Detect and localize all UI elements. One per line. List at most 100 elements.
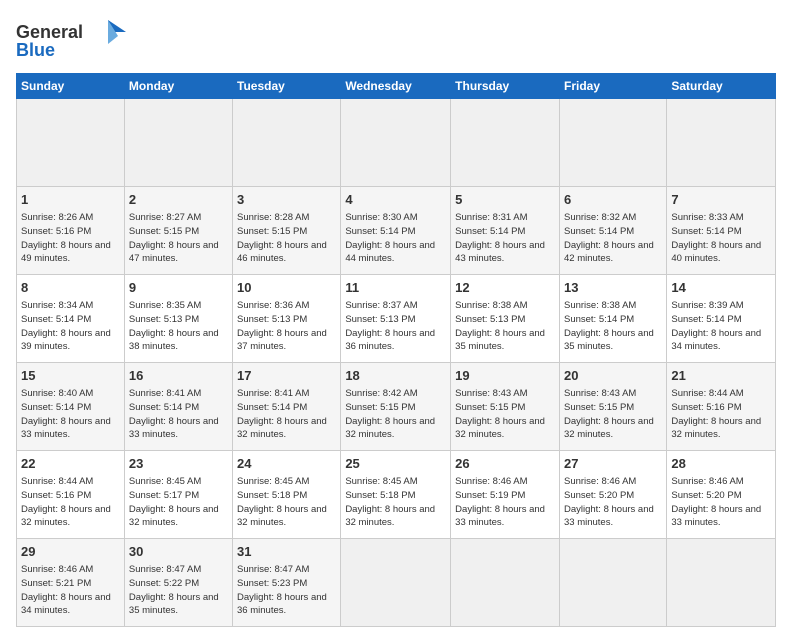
day-number: 6 xyxy=(564,191,662,209)
week-row-1: 1 Sunrise: 8:26 AMSunset: 5:16 PMDaylight… xyxy=(17,187,776,275)
day-number: 25 xyxy=(345,455,446,473)
day-number: 15 xyxy=(21,367,120,385)
calendar-cell: 12Sunrise: 8:38 AMSunset: 5:13 PMDayligh… xyxy=(451,275,560,363)
calendar-cell: 21 Sunrise: 8:44 AMSunset: 5:16 PMDayligh… xyxy=(667,363,776,451)
day-info: Sunrise: 8:41 AMSunset: 5:14 PMDaylight:… xyxy=(237,387,336,442)
calendar-cell: 26 Sunrise: 8:46 AMSunset: 5:19 PMDayligh… xyxy=(451,451,560,539)
week-row-0 xyxy=(17,99,776,187)
day-number: 2 xyxy=(129,191,228,209)
day-number: 13 xyxy=(564,279,662,297)
week-row-5: 29Sunrise: 8:46 AMSunset: 5:21 PMDayligh… xyxy=(17,539,776,627)
day-info: Sunrise: 8:35 AMSunset: 5:13 PMDaylight:… xyxy=(129,299,228,354)
day-number: 24 xyxy=(237,455,336,473)
calendar-cell xyxy=(17,99,125,187)
day-info: Sunrise: 8:46 AMSunset: 5:20 PMDaylight:… xyxy=(671,475,771,530)
day-info: Sunrise: 8:44 AMSunset: 5:16 PMDaylight:… xyxy=(21,475,120,530)
calendar-cell xyxy=(341,539,451,627)
weekday-header-tuesday: Tuesday xyxy=(233,74,341,99)
day-info: Sunrise: 8:43 AMSunset: 5:15 PMDaylight:… xyxy=(564,387,662,442)
day-info: Sunrise: 8:41 AMSunset: 5:14 PMDaylight:… xyxy=(129,387,228,442)
calendar-cell: 13 Sunrise: 8:38 AMSunset: 5:14 PMDayligh… xyxy=(559,275,666,363)
day-info: Sunrise: 8:26 AMSunset: 5:16 PMDaylight:… xyxy=(21,211,120,266)
day-number: 23 xyxy=(129,455,228,473)
day-number: 16 xyxy=(129,367,228,385)
calendar-cell: 5Sunrise: 8:31 AMSunset: 5:14 PMDaylight… xyxy=(451,187,560,275)
day-number: 30 xyxy=(129,543,228,561)
day-number: 14 xyxy=(671,279,771,297)
calendar-cell: 23 Sunrise: 8:45 AMSunset: 5:17 PMDayligh… xyxy=(124,451,232,539)
calendar-cell: 24 Sunrise: 8:45 AMSunset: 5:18 PMDayligh… xyxy=(233,451,341,539)
day-info: Sunrise: 8:27 AMSunset: 5:15 PMDaylight:… xyxy=(129,211,228,266)
weekday-header-monday: Monday xyxy=(124,74,232,99)
day-info: Sunrise: 8:46 AMSunset: 5:19 PMDaylight:… xyxy=(455,475,555,530)
calendar-cell: 3 Sunrise: 8:28 AMSunset: 5:15 PMDaylight… xyxy=(233,187,341,275)
day-number: 27 xyxy=(564,455,662,473)
week-row-2: 8 Sunrise: 8:34 AMSunset: 5:14 PMDaylight… xyxy=(17,275,776,363)
day-number: 18 xyxy=(345,367,446,385)
calendar-cell: 8 Sunrise: 8:34 AMSunset: 5:14 PMDaylight… xyxy=(17,275,125,363)
day-info: Sunrise: 8:31 AMSunset: 5:14 PMDaylight:… xyxy=(455,211,555,266)
day-number: 11 xyxy=(345,279,446,297)
day-info: Sunrise: 8:38 AMSunset: 5:14 PMDaylight:… xyxy=(564,299,662,354)
calendar-container: General Blue SundayMondayTuesdayWednesda… xyxy=(0,0,792,612)
calendar-cell: 20 Sunrise: 8:43 AMSunset: 5:15 PMDayligh… xyxy=(559,363,666,451)
calendar-cell: 25 Sunrise: 8:45 AMSunset: 5:18 PMDayligh… xyxy=(341,451,451,539)
logo-text: General Blue xyxy=(16,16,126,65)
calendar-cell: 22 Sunrise: 8:44 AMSunset: 5:16 PMDayligh… xyxy=(17,451,125,539)
day-info: Sunrise: 8:45 AMSunset: 5:18 PMDaylight:… xyxy=(237,475,336,530)
calendar-cell: 29Sunrise: 8:46 AMSunset: 5:21 PMDayligh… xyxy=(17,539,125,627)
calendar-cell xyxy=(124,99,232,187)
day-number: 1 xyxy=(21,191,120,209)
day-number: 7 xyxy=(671,191,771,209)
calendar-cell: 9Sunrise: 8:35 AMSunset: 5:13 PMDaylight… xyxy=(124,275,232,363)
day-number: 19 xyxy=(455,367,555,385)
day-number: 3 xyxy=(237,191,336,209)
day-number: 4 xyxy=(345,191,446,209)
calendar-cell xyxy=(233,99,341,187)
calendar-cell xyxy=(559,539,666,627)
calendar-cell xyxy=(667,539,776,627)
calendar-cell xyxy=(559,99,666,187)
weekday-header-friday: Friday xyxy=(559,74,666,99)
day-info: Sunrise: 8:28 AMSunset: 5:15 PMDaylight:… xyxy=(237,211,336,266)
day-info: Sunrise: 8:32 AMSunset: 5:14 PMDaylight:… xyxy=(564,211,662,266)
day-number: 8 xyxy=(21,279,120,297)
svg-text:General: General xyxy=(16,22,83,42)
day-number: 20 xyxy=(564,367,662,385)
calendar-header-row: SundayMondayTuesdayWednesdayThursdayFrid… xyxy=(17,74,776,99)
calendar-cell: 6 Sunrise: 8:32 AMSunset: 5:14 PMDaylight… xyxy=(559,187,666,275)
day-info: Sunrise: 8:36 AMSunset: 5:13 PMDaylight:… xyxy=(237,299,336,354)
calendar-cell: 15 Sunrise: 8:40 AMSunset: 5:14 PMDayligh… xyxy=(17,363,125,451)
day-number: 28 xyxy=(671,455,771,473)
calendar-cell: 28 Sunrise: 8:46 AMSunset: 5:20 PMDayligh… xyxy=(667,451,776,539)
day-number: 21 xyxy=(671,367,771,385)
day-info: Sunrise: 8:45 AMSunset: 5:17 PMDaylight:… xyxy=(129,475,228,530)
weekday-header-wednesday: Wednesday xyxy=(341,74,451,99)
day-info: Sunrise: 8:43 AMSunset: 5:15 PMDaylight:… xyxy=(455,387,555,442)
logo: General Blue xyxy=(16,16,126,65)
weekday-header-saturday: Saturday xyxy=(667,74,776,99)
svg-text:Blue: Blue xyxy=(16,40,55,60)
calendar-cell: 31Sunrise: 8:47 AMSunset: 5:23 PMDayligh… xyxy=(233,539,341,627)
calendar-cell xyxy=(341,99,451,187)
day-info: Sunrise: 8:45 AMSunset: 5:18 PMDaylight:… xyxy=(345,475,446,530)
calendar-cell: 16 Sunrise: 8:41 AMSunset: 5:14 PMDayligh… xyxy=(124,363,232,451)
day-number: 26 xyxy=(455,455,555,473)
calendar-cell: 1 Sunrise: 8:26 AMSunset: 5:16 PMDaylight… xyxy=(17,187,125,275)
calendar-cell: 14 Sunrise: 8:39 AMSunset: 5:14 PMDayligh… xyxy=(667,275,776,363)
header: General Blue xyxy=(16,16,776,65)
calendar-cell: 27 Sunrise: 8:46 AMSunset: 5:20 PMDayligh… xyxy=(559,451,666,539)
day-number: 10 xyxy=(237,279,336,297)
calendar-cell: 2 Sunrise: 8:27 AMSunset: 5:15 PMDaylight… xyxy=(124,187,232,275)
day-info: Sunrise: 8:39 AMSunset: 5:14 PMDaylight:… xyxy=(671,299,771,354)
weekday-header-thursday: Thursday xyxy=(451,74,560,99)
day-info: Sunrise: 8:34 AMSunset: 5:14 PMDaylight:… xyxy=(21,299,120,354)
day-number: 22 xyxy=(21,455,120,473)
day-info: Sunrise: 8:46 AMSunset: 5:20 PMDaylight:… xyxy=(564,475,662,530)
day-info: Sunrise: 8:44 AMSunset: 5:16 PMDaylight:… xyxy=(671,387,771,442)
week-row-3: 15 Sunrise: 8:40 AMSunset: 5:14 PMDayligh… xyxy=(17,363,776,451)
day-number: 17 xyxy=(237,367,336,385)
calendar-table: SundayMondayTuesdayWednesdayThursdayFrid… xyxy=(16,73,776,627)
day-number: 31 xyxy=(237,543,336,561)
day-info: Sunrise: 8:40 AMSunset: 5:14 PMDaylight:… xyxy=(21,387,120,442)
